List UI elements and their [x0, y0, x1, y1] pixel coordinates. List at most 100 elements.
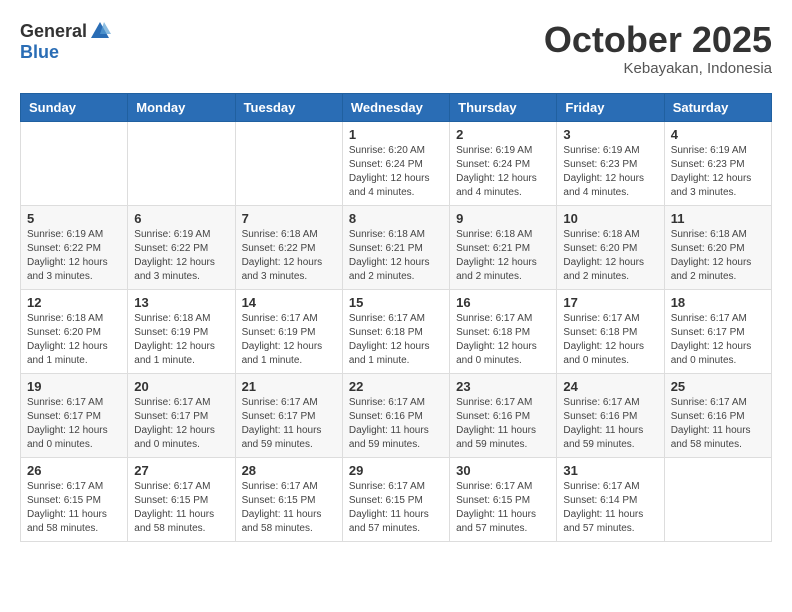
- day-info: Sunrise: 6:19 AM Sunset: 6:22 PM Dayligh…: [134, 228, 228, 284]
- calendar-week-row: 5 Sunrise: 6:19 AM Sunset: 6:22 PM Daylig…: [21, 205, 772, 289]
- day-info: Sunrise: 6:17 AM Sunset: 6:15 PM Dayligh…: [456, 480, 550, 536]
- calendar-day-cell: 21 Sunrise: 6:17 AM Sunset: 6:17 PM Dayli…: [235, 373, 342, 457]
- day-info: Sunrise: 6:17 AM Sunset: 6:19 PM Dayligh…: [242, 312, 336, 368]
- day-info: Sunrise: 6:17 AM Sunset: 6:18 PM Dayligh…: [349, 312, 443, 368]
- day-info: Sunrise: 6:17 AM Sunset: 6:17 PM Dayligh…: [27, 396, 121, 452]
- page-header: General Blue October 2025 Kebayakan, Ind…: [20, 20, 772, 77]
- calendar-empty-cell: [21, 121, 128, 205]
- calendar-empty-cell: [128, 121, 235, 205]
- calendar-day-cell: 1 Sunrise: 6:20 AM Sunset: 6:24 PM Daylig…: [342, 121, 449, 205]
- day-number: 26: [27, 463, 121, 478]
- calendar-day-cell: 13 Sunrise: 6:18 AM Sunset: 6:19 PM Dayli…: [128, 289, 235, 373]
- day-number: 10: [563, 211, 657, 226]
- weekday-header-monday: Monday: [128, 93, 235, 121]
- day-info: Sunrise: 6:17 AM Sunset: 6:16 PM Dayligh…: [563, 396, 657, 452]
- calendar-day-cell: 16 Sunrise: 6:17 AM Sunset: 6:18 PM Dayli…: [450, 289, 557, 373]
- day-number: 21: [242, 379, 336, 394]
- calendar-day-cell: 14 Sunrise: 6:17 AM Sunset: 6:19 PM Dayli…: [235, 289, 342, 373]
- day-number: 24: [563, 379, 657, 394]
- calendar-day-cell: 27 Sunrise: 6:17 AM Sunset: 6:15 PM Dayli…: [128, 457, 235, 541]
- calendar-day-cell: 2 Sunrise: 6:19 AM Sunset: 6:24 PM Daylig…: [450, 121, 557, 205]
- calendar-day-cell: 28Sunrise: 6:17 AM Sunset: 6:15 PM Dayli…: [235, 457, 342, 541]
- calendar-week-row: 19 Sunrise: 6:17 AM Sunset: 6:17 PM Dayli…: [21, 373, 772, 457]
- day-number: 17: [563, 295, 657, 310]
- calendar-day-cell: 9Sunrise: 6:18 AM Sunset: 6:21 PM Daylig…: [450, 205, 557, 289]
- day-number: 15: [349, 295, 443, 310]
- day-info: Sunrise: 6:19 AM Sunset: 6:23 PM Dayligh…: [563, 144, 657, 200]
- month-title: October 2025: [544, 20, 772, 60]
- weekday-header-saturday: Saturday: [664, 93, 771, 121]
- day-number: 19: [27, 379, 121, 394]
- calendar-day-cell: 20Sunrise: 6:17 AM Sunset: 6:17 PM Dayli…: [128, 373, 235, 457]
- day-info: Sunrise: 6:17 AM Sunset: 6:15 PM Dayligh…: [134, 480, 228, 536]
- day-info: Sunrise: 6:17 AM Sunset: 6:17 PM Dayligh…: [242, 396, 336, 452]
- logo-icon: [89, 20, 111, 42]
- day-info: Sunrise: 6:17 AM Sunset: 6:14 PM Dayligh…: [563, 480, 657, 536]
- calendar-day-cell: 10 Sunrise: 6:18 AM Sunset: 6:20 PM Dayli…: [557, 205, 664, 289]
- day-info: Sunrise: 6:19 AM Sunset: 6:23 PM Dayligh…: [671, 144, 765, 200]
- day-info: Sunrise: 6:17 AM Sunset: 6:16 PM Dayligh…: [456, 396, 550, 452]
- calendar-day-cell: 5 Sunrise: 6:19 AM Sunset: 6:22 PM Daylig…: [21, 205, 128, 289]
- day-info: Sunrise: 6:20 AM Sunset: 6:24 PM Dayligh…: [349, 144, 443, 200]
- calendar-day-cell: 24 Sunrise: 6:17 AM Sunset: 6:16 PM Dayli…: [557, 373, 664, 457]
- day-number: 22: [349, 379, 443, 394]
- calendar-day-cell: 23 Sunrise: 6:17 AM Sunset: 6:16 PM Dayli…: [450, 373, 557, 457]
- calendar-day-cell: 6Sunrise: 6:19 AM Sunset: 6:22 PM Daylig…: [128, 205, 235, 289]
- calendar-day-cell: 15 Sunrise: 6:17 AM Sunset: 6:18 PM Dayli…: [342, 289, 449, 373]
- calendar-day-cell: 8 Sunrise: 6:18 AM Sunset: 6:21 PM Daylig…: [342, 205, 449, 289]
- day-info: Sunrise: 6:17 AM Sunset: 6:16 PM Dayligh…: [671, 396, 765, 452]
- day-info: Sunrise: 6:17 AM Sunset: 6:16 PM Dayligh…: [349, 396, 443, 452]
- day-info: Sunrise: 6:18 AM Sunset: 6:22 PM Dayligh…: [242, 228, 336, 284]
- calendar-day-cell: 19 Sunrise: 6:17 AM Sunset: 6:17 PM Dayli…: [21, 373, 128, 457]
- calendar-day-cell: 31Sunrise: 6:17 AM Sunset: 6:14 PM Dayli…: [557, 457, 664, 541]
- calendar-day-cell: 18Sunrise: 6:17 AM Sunset: 6:17 PM Dayli…: [664, 289, 771, 373]
- day-number: 13: [134, 295, 228, 310]
- calendar-day-cell: 22 Sunrise: 6:17 AM Sunset: 6:16 PM Dayli…: [342, 373, 449, 457]
- day-number: 8: [349, 211, 443, 226]
- day-info: Sunrise: 6:18 AM Sunset: 6:21 PM Dayligh…: [349, 228, 443, 284]
- day-number: 2: [456, 127, 550, 142]
- calendar-table: SundayMondayTuesdayWednesdayThursdayFrid…: [20, 93, 772, 542]
- weekday-header-tuesday: Tuesday: [235, 93, 342, 121]
- day-number: 5: [27, 211, 121, 226]
- weekday-header-sunday: Sunday: [21, 93, 128, 121]
- day-number: 14: [242, 295, 336, 310]
- day-number: 11: [671, 211, 765, 226]
- day-info: Sunrise: 6:17 AM Sunset: 6:17 PM Dayligh…: [134, 396, 228, 452]
- calendar-week-row: 1 Sunrise: 6:20 AM Sunset: 6:24 PM Daylig…: [21, 121, 772, 205]
- day-number: 1: [349, 127, 443, 142]
- title-area: October 2025 Kebayakan, Indonesia: [544, 20, 772, 77]
- day-number: 23: [456, 379, 550, 394]
- calendar-day-cell: 3 Sunrise: 6:19 AM Sunset: 6:23 PM Daylig…: [557, 121, 664, 205]
- calendar-week-row: 12 Sunrise: 6:18 AM Sunset: 6:20 PM Dayli…: [21, 289, 772, 373]
- logo: General Blue: [20, 20, 111, 63]
- calendar-week-row: 26 Sunrise: 6:17 AM Sunset: 6:15 PM Dayli…: [21, 457, 772, 541]
- weekday-header-wednesday: Wednesday: [342, 93, 449, 121]
- day-info: Sunrise: 6:18 AM Sunset: 6:19 PM Dayligh…: [134, 312, 228, 368]
- calendar-day-cell: 29Sunrise: 6:17 AM Sunset: 6:15 PM Dayli…: [342, 457, 449, 541]
- location-subtitle: Kebayakan, Indonesia: [544, 60, 772, 77]
- day-info: Sunrise: 6:17 AM Sunset: 6:17 PM Dayligh…: [671, 312, 765, 368]
- day-info: Sunrise: 6:17 AM Sunset: 6:15 PM Dayligh…: [27, 480, 121, 536]
- day-number: 9: [456, 211, 550, 226]
- day-info: Sunrise: 6:17 AM Sunset: 6:18 PM Dayligh…: [456, 312, 550, 368]
- day-info: Sunrise: 6:17 AM Sunset: 6:15 PM Dayligh…: [349, 480, 443, 536]
- day-info: Sunrise: 6:17 AM Sunset: 6:15 PM Dayligh…: [242, 480, 336, 536]
- calendar-day-cell: 17 Sunrise: 6:17 AM Sunset: 6:18 PM Dayli…: [557, 289, 664, 373]
- day-number: 3: [563, 127, 657, 142]
- day-info: Sunrise: 6:19 AM Sunset: 6:24 PM Dayligh…: [456, 144, 550, 200]
- day-number: 12: [27, 295, 121, 310]
- day-info: Sunrise: 6:19 AM Sunset: 6:22 PM Dayligh…: [27, 228, 121, 284]
- day-number: 16: [456, 295, 550, 310]
- logo-general: General: [20, 21, 87, 42]
- calendar-empty-cell: [235, 121, 342, 205]
- day-info: Sunrise: 6:17 AM Sunset: 6:18 PM Dayligh…: [563, 312, 657, 368]
- day-number: 27: [134, 463, 228, 478]
- day-info: Sunrise: 6:18 AM Sunset: 6:20 PM Dayligh…: [563, 228, 657, 284]
- calendar-day-cell: 12 Sunrise: 6:18 AM Sunset: 6:20 PM Dayli…: [21, 289, 128, 373]
- calendar-day-cell: 11Sunrise: 6:18 AM Sunset: 6:20 PM Dayli…: [664, 205, 771, 289]
- calendar-header-row: SundayMondayTuesdayWednesdayThursdayFrid…: [21, 93, 772, 121]
- day-number: 30: [456, 463, 550, 478]
- calendar-day-cell: 25Sunrise: 6:17 AM Sunset: 6:16 PM Dayli…: [664, 373, 771, 457]
- day-info: Sunrise: 6:18 AM Sunset: 6:20 PM Dayligh…: [27, 312, 121, 368]
